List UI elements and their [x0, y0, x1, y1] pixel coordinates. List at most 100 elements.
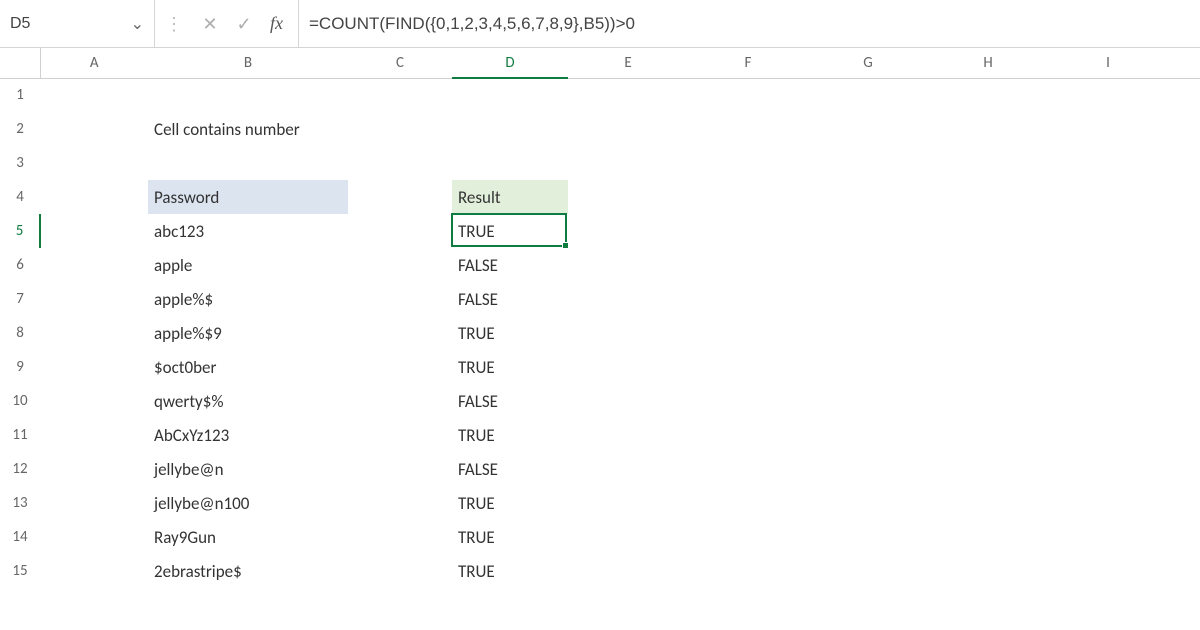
cell-B8[interactable]: apple%$9 — [148, 316, 348, 350]
header-password[interactable]: Password — [148, 180, 348, 214]
row-header-6[interactable]: 6 — [0, 248, 40, 282]
row-header-11[interactable]: 11 — [0, 418, 40, 452]
insert-function-button[interactable]: fx — [261, 0, 299, 47]
cell-D12[interactable]: FALSE — [452, 452, 568, 486]
cell-D9[interactable]: TRUE — [452, 350, 568, 384]
cell-B10[interactable]: qwerty$% — [148, 384, 348, 418]
cell-empty[interactable] — [568, 486, 1200, 520]
cell-A4[interactable] — [40, 180, 148, 214]
row-header-7[interactable]: 7 — [0, 282, 40, 316]
cell-empty[interactable] — [40, 78, 1200, 112]
column-header-C[interactable]: C — [348, 48, 452, 78]
cell-C13[interactable] — [348, 486, 452, 520]
cell-A11[interactable] — [40, 418, 148, 452]
cell-D6[interactable]: FALSE — [452, 248, 568, 282]
cell-empty[interactable] — [568, 282, 1200, 316]
cell-B13[interactable]: jellybe@n100 — [148, 486, 348, 520]
cell-B12[interactable]: jellybe@n — [148, 452, 348, 486]
column-header-G[interactable]: G — [808, 48, 928, 78]
column-header-J[interactable]: J — [1168, 48, 1200, 78]
cell-D14[interactable]: TRUE — [452, 520, 568, 554]
cell-empty[interactable] — [568, 350, 1200, 384]
cell-A15[interactable] — [40, 554, 148, 588]
cell-C7[interactable] — [348, 282, 452, 316]
cell-empty[interactable] — [568, 554, 1200, 588]
row-header-4[interactable]: 4 — [0, 180, 40, 214]
row-header-13[interactable]: 13 — [0, 486, 40, 520]
row-header-1[interactable]: 1 — [0, 78, 40, 112]
spreadsheet-grid[interactable]: A B C D E F G H I J 1 2 Cell contains nu… — [0, 48, 1200, 588]
cell-B15[interactable]: 2ebrastripe$ — [148, 554, 348, 588]
cell-C10[interactable] — [348, 384, 452, 418]
cell-A2[interactable] — [40, 112, 148, 146]
title-cell[interactable]: Cell contains number — [148, 112, 568, 146]
cell-C11[interactable] — [348, 418, 452, 452]
cell-C6[interactable] — [348, 248, 452, 282]
cell-empty[interactable] — [568, 214, 1200, 248]
name-box-container[interactable]: ⌄ — [0, 0, 155, 47]
cell-A10[interactable] — [40, 384, 148, 418]
cell-A6[interactable] — [40, 248, 148, 282]
cell-A12[interactable] — [40, 452, 148, 486]
cell-D8[interactable]: TRUE — [452, 316, 568, 350]
column-header-A[interactable]: A — [40, 48, 148, 78]
column-header-D[interactable]: D — [452, 48, 568, 78]
cell-B9[interactable]: $oct0ber — [148, 350, 348, 384]
column-header-I[interactable]: I — [1048, 48, 1168, 78]
row-header-2[interactable]: 2 — [0, 112, 40, 146]
column-header-B[interactable]: B — [148, 48, 348, 78]
cell-A5[interactable] — [40, 214, 148, 248]
cell-empty[interactable] — [568, 520, 1200, 554]
header-result[interactable]: Result — [452, 180, 568, 214]
cell-C4[interactable] — [348, 180, 452, 214]
row-header-10[interactable]: 10 — [0, 384, 40, 418]
cell-D5[interactable]: TRUE — [452, 214, 568, 248]
row-header-5[interactable]: 5 — [0, 214, 40, 248]
cell-D13[interactable]: TRUE — [452, 486, 568, 520]
cell-C9[interactable] — [348, 350, 452, 384]
cell-C14[interactable] — [348, 520, 452, 554]
cell-B7[interactable]: apple%$ — [148, 282, 348, 316]
cell-A8[interactable] — [40, 316, 148, 350]
cell-C5[interactable] — [348, 214, 452, 248]
cell-D11[interactable]: TRUE — [452, 418, 568, 452]
cell-C12[interactable] — [348, 452, 452, 486]
cell-C15[interactable] — [348, 554, 452, 588]
row-header-15[interactable]: 15 — [0, 554, 40, 588]
cell-empty[interactable] — [568, 316, 1200, 350]
column-header-H[interactable]: H — [928, 48, 1048, 78]
select-all-corner[interactable] — [0, 48, 40, 78]
cell-B6[interactable]: apple — [148, 248, 348, 282]
cell-empty[interactable] — [568, 180, 1200, 214]
cell-B14[interactable]: Ray9Gun — [148, 520, 348, 554]
cell-C8[interactable] — [348, 316, 452, 350]
row-header-8[interactable]: 8 — [0, 316, 40, 350]
cell-empty[interactable] — [568, 248, 1200, 282]
row-header-14[interactable]: 14 — [0, 520, 40, 554]
row-header-9[interactable]: 9 — [0, 350, 40, 384]
cell-A7[interactable] — [40, 282, 148, 316]
name-box-input[interactable] — [10, 15, 127, 33]
cell-D10[interactable]: FALSE — [452, 384, 568, 418]
spreadsheet-grid-container: A B C D E F G H I J 1 2 Cell contains nu… — [0, 48, 1200, 588]
cell-empty[interactable] — [568, 112, 1200, 146]
chevron-down-icon[interactable]: ⌄ — [127, 14, 148, 34]
formula-input[interactable] — [299, 0, 1200, 47]
cell-B5[interactable]: abc123 — [148, 214, 348, 248]
cell-D15[interactable]: TRUE — [452, 554, 568, 588]
cell-D7[interactable]: FALSE — [452, 282, 568, 316]
cancel-formula-button[interactable]: ✕ — [193, 0, 227, 47]
cell-empty[interactable] — [568, 384, 1200, 418]
cell-A9[interactable] — [40, 350, 148, 384]
cell-empty[interactable] — [40, 146, 1200, 180]
cell-A13[interactable] — [40, 486, 148, 520]
row-header-3[interactable]: 3 — [0, 146, 40, 180]
row-header-12[interactable]: 12 — [0, 452, 40, 486]
cell-empty[interactable] — [568, 418, 1200, 452]
column-header-F[interactable]: F — [688, 48, 808, 78]
enter-formula-button[interactable]: ✓ — [227, 0, 261, 47]
column-header-E[interactable]: E — [568, 48, 688, 78]
cell-empty[interactable] — [568, 452, 1200, 486]
cell-A14[interactable] — [40, 520, 148, 554]
cell-B11[interactable]: AbCxYz123 — [148, 418, 348, 452]
